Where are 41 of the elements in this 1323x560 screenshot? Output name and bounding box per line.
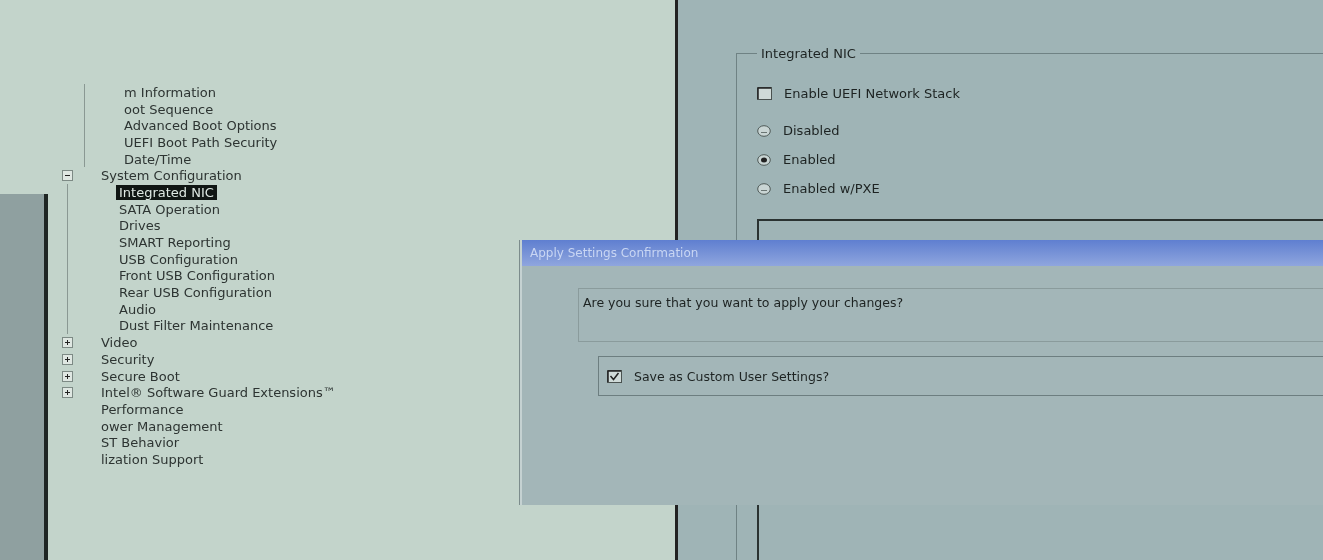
tree-item[interactable]: UEFI Boot Path Security [121,134,281,150]
tree-item[interactable]: Date/Time [121,151,195,167]
tree-item[interactable]: Audio [116,301,159,317]
radio-button[interactable] [757,153,771,166]
radio-label[interactable]: Disabled [783,123,840,138]
tree-item[interactable]: USB Configuration [116,251,241,267]
tree-item[interactable]: Secure Boot [98,368,183,384]
tree-item[interactable]: Front USB Configuration [116,268,278,284]
tree-item[interactable]: Security [98,351,158,367]
expand-icon[interactable] [62,337,73,349]
tree-item[interactable]: Performance [98,401,187,417]
tree-item[interactable]: Video [98,335,141,351]
tree-item[interactable]: SMART Reporting [116,235,234,251]
radio-button[interactable] [757,182,771,195]
radio-button[interactable] [757,124,771,137]
tree-item[interactable]: Drives [116,218,164,234]
radio-label[interactable]: Enabled [783,152,836,167]
group-title: Integrated NIC [760,46,857,61]
expand-icon[interactable] [62,370,73,382]
tree-item[interactable]: oot Sequence [121,101,217,117]
tree-item[interactable]: SATA Operation [116,201,224,217]
checkbox[interactable] [757,87,772,100]
tree-item[interactable]: m Information [121,84,220,100]
tree-item[interactable]: ower Management [98,418,226,434]
tree-item[interactable]: Dust Filter Maintenance [116,318,277,334]
tree-item[interactable]: System Configuration [98,168,245,184]
tree-item[interactable]: Rear USB Configuration [116,285,275,301]
message-text: Are you sure that you want to apply your changes? [578,288,1323,342]
checkbox-label[interactable]: Enable UEFI Network Stack [784,86,960,101]
tree-item[interactable]: ST Behavior [98,435,183,451]
checkbox[interactable] [607,369,622,383]
checkbox-label[interactable]: Save as Custom User Settings? [634,368,830,384]
dialog-title: Apply Settings Confirmation [530,246,699,260]
expand-icon[interactable] [62,387,73,399]
tree-item[interactable]: Advanced Boot Options [121,118,280,134]
tree-item[interactable]: Intel® Software Guard Extensions™ [98,385,339,401]
tree-item[interactable]: lization Support [98,451,207,467]
expand-icon[interactable] [62,353,73,365]
tree-item[interactable]: Integrated NIC [116,184,217,200]
collapse-icon[interactable] [62,170,73,182]
radio-label[interactable]: Enabled w/PXE [783,181,880,196]
